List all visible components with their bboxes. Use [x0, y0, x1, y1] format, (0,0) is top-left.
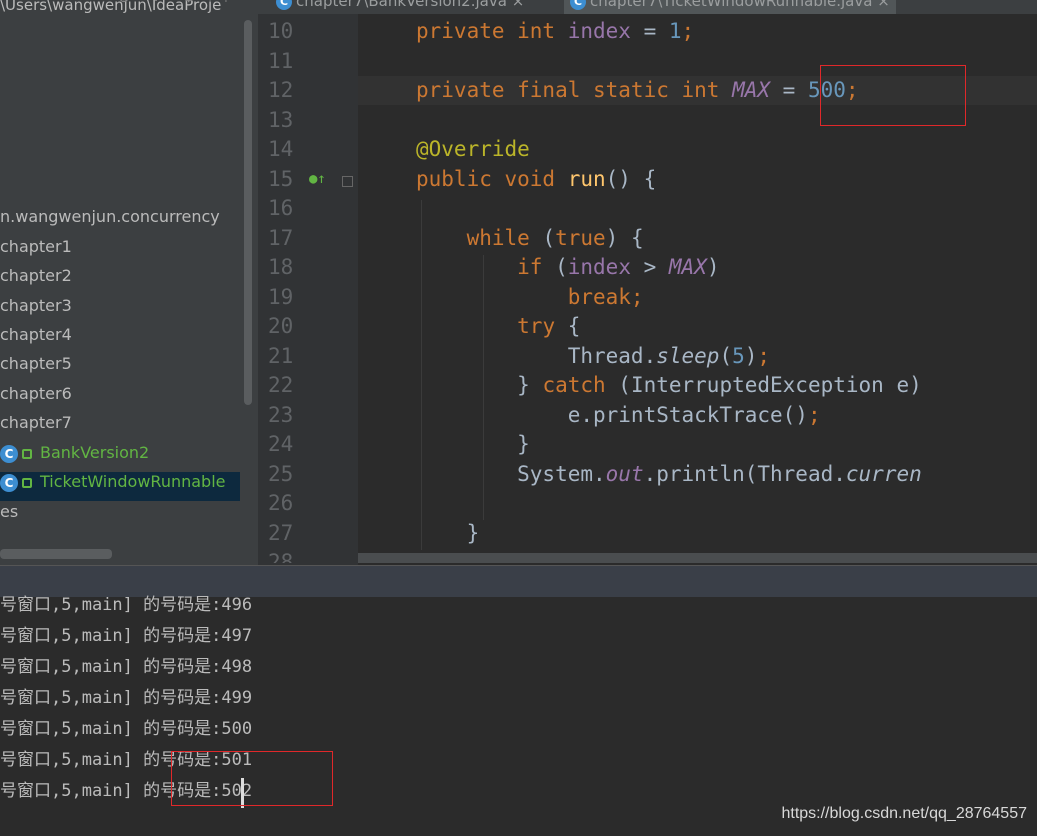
tab-label: chapter7\TicketWindowRunnable.java: [590, 0, 873, 10]
code-line-25: System.out.println(Thread.curren: [416, 462, 922, 486]
class-icon: C: [276, 0, 292, 10]
line-number: 21: [268, 344, 294, 368]
console-prefix: 号窗口,5,main] 的号码是:: [0, 626, 222, 646]
tree-item-chapter6[interactable]: chapter6: [0, 384, 72, 413]
console-line: 号窗口,5,main] 的号码是:496: [0, 590, 252, 621]
code-line-15: public void run() {: [416, 167, 657, 191]
console-value: 498: [221, 657, 253, 677]
code-line-23: e.printStackTrace();: [416, 403, 821, 427]
class-icon: C: [570, 0, 586, 10]
tree-item-chapter5[interactable]: chapter5: [0, 354, 72, 383]
tab-label: chapter7\BankVersion2.java: [296, 0, 507, 10]
watermark: https://blog.csdn.net/qq_28764557: [781, 805, 1027, 822]
line-number: 26: [268, 491, 294, 515]
code-line-12: private final static int MAX = 500;: [416, 78, 859, 102]
line-number: 10: [268, 19, 294, 43]
line-number: 18: [268, 255, 294, 279]
code-line-18: if (index > MAX): [517, 255, 720, 279]
class-icon: C: [0, 444, 18, 463]
code-line-27: }: [416, 521, 480, 545]
line-number: 17: [268, 226, 294, 250]
tree-item-chapter1[interactable]: chapter1: [0, 237, 72, 266]
console-prefix: 号窗口,5,main] 的号码是:: [0, 719, 222, 739]
highlight-box: [171, 751, 333, 806]
line-number: 12: [268, 78, 294, 102]
console-prefix: 号窗口,5,main] 的号码是:: [0, 595, 222, 615]
line-number: 11: [268, 49, 294, 73]
line-number: 22: [268, 373, 294, 397]
editor-tabs: Cchapter7\BankVersion2.java × Cchapter7\…: [258, 0, 1037, 14]
line-number: 24: [268, 432, 294, 456]
code-line-14: @Override: [416, 137, 530, 161]
console-value: 496: [221, 595, 253, 615]
line-number: 27: [268, 521, 294, 545]
console-line: 号窗口,5,main] 的号码是:498: [0, 652, 252, 683]
tab-bankversion2[interactable]: Cchapter7\BankVersion2.java ×: [270, 0, 530, 14]
tree-item-ticketwindowrunnable[interactable]: C TicketWindowRunnable: [0, 472, 240, 501]
highlight-box: [820, 65, 966, 126]
tree-item-chapter2[interactable]: chapter2: [0, 266, 72, 295]
override-gutter-icon[interactable]: ●↑: [309, 171, 326, 187]
console-line: 号窗口,5,main] 的号码是:500: [0, 714, 252, 745]
tree-item-libraries[interactable]: es: [0, 502, 18, 531]
package-item[interactable]: n.wangwenjun.concurrency: [0, 207, 220, 236]
code-line-24: }: [416, 432, 530, 456]
line-number: 16: [268, 196, 294, 220]
code-horizontal-scrollbar[interactable]: [358, 553, 1037, 563]
class-label: TicketWindowRunnable: [40, 472, 226, 491]
code-line-22: } catch (InterruptedException e): [416, 373, 922, 397]
code-line-10: private int index = 1;: [416, 19, 695, 43]
tree-item-chapter4[interactable]: chapter4: [0, 325, 72, 354]
line-number: 23: [268, 403, 294, 427]
line-number: 28: [268, 550, 294, 563]
line-number: 14: [268, 137, 294, 161]
tree-item-chapter3[interactable]: chapter3: [0, 296, 72, 325]
fold-icon[interactable]: [342, 176, 353, 187]
class-icon: C: [0, 473, 18, 492]
line-number: 25: [268, 462, 294, 486]
console-value: 499: [221, 688, 253, 708]
tree-horizontal-scrollbar[interactable]: [0, 549, 112, 559]
console-line: 号窗口,5,main] 的号码是:497: [0, 621, 252, 652]
tree-item-bankversion2[interactable]: C BankVersion2: [0, 443, 149, 472]
line-number: 19: [268, 285, 294, 309]
project-tree[interactable]: \Users\wangwenjun\IdeaProje ⊕ ÷ ⚙ ⊣ n.wa…: [0, 0, 258, 565]
lock-icon: [22, 448, 32, 459]
code-line-17: while (true) {: [466, 226, 644, 250]
code-line-20: try {: [517, 314, 581, 338]
line-number: 20: [268, 314, 294, 338]
tree-item-chapter7[interactable]: chapter7: [0, 413, 72, 442]
code-line-21: Thread.sleep(5);: [416, 344, 771, 368]
close-icon[interactable]: ×: [512, 0, 525, 10]
class-label: BankVersion2: [40, 443, 150, 462]
console-prefix: 号窗口,5,main] 的号码是:: [0, 657, 222, 677]
lock-icon: [22, 477, 32, 488]
tree-toolbar[interactable]: ⊕ ÷ ⚙ ⊣: [118, 0, 236, 6]
code-line-19: break;: [567, 285, 644, 309]
tree-vertical-scrollbar[interactable]: [244, 20, 252, 405]
line-number: 13: [268, 108, 294, 132]
console-value: 497: [221, 626, 253, 646]
console-value: 500: [221, 719, 253, 739]
console-prefix: 号窗口,5,main] 的号码是:: [0, 688, 222, 708]
close-icon[interactable]: ×: [877, 0, 890, 10]
console-line: 号窗口,5,main] 的号码是:499: [0, 683, 252, 714]
tab-ticketwindowrunnable[interactable]: Cchapter7\TicketWindowRunnable.java ×: [564, 0, 896, 14]
